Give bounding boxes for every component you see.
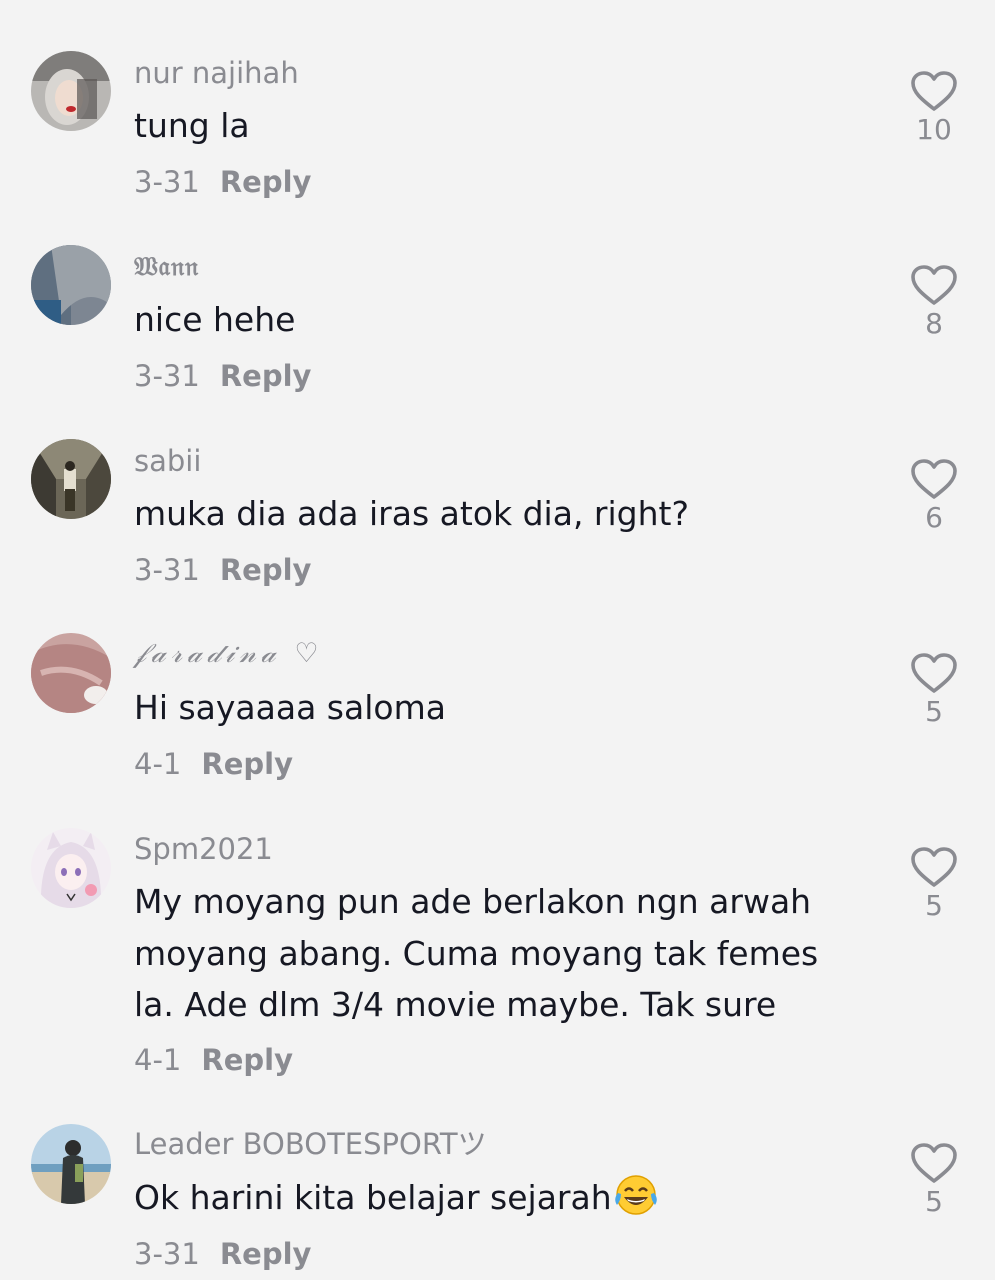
comment-text: Hi sayaaaa saloma xyxy=(134,688,446,727)
reply-button[interactable]: Reply xyxy=(220,165,312,199)
comment-text-line: la. Ade dlm 3/4 movie maybe. Tak sure xyxy=(134,985,777,1024)
comment-list: nur najihah tung la 3-31 Reply 10 𝔚𝔞𝔫𝔫 ni… xyxy=(0,0,995,1280)
comment-username[interactable]: Leader BOBOTESPORTツ xyxy=(134,1130,487,1159)
reply-button[interactable]: Reply xyxy=(201,1043,293,1077)
heart-outline-icon xyxy=(911,459,957,499)
heart-outline-icon xyxy=(911,847,957,887)
anime-girl-avatar[interactable] xyxy=(31,828,111,908)
comment-username[interactable]: Spm2021 xyxy=(134,835,273,864)
comment-text: Ok harini kita belajar sejarah xyxy=(134,1172,660,1232)
comment-username[interactable]: sabii xyxy=(134,447,201,476)
heart-outline-icon xyxy=(911,653,957,693)
comment-meta: 4-1 Reply xyxy=(134,1046,293,1075)
comment-date: 3-31 xyxy=(134,1237,200,1271)
like-button[interactable]: 6 xyxy=(906,458,962,532)
reply-button[interactable]: Reply xyxy=(220,1237,312,1271)
like-count: 5 xyxy=(925,889,943,922)
comment-username[interactable]: nur najihah xyxy=(134,59,299,88)
comment-text-line: moyang abang. Cuma moyang tak femes xyxy=(134,934,819,973)
heart-outline-icon xyxy=(911,1143,957,1183)
comment-text-line: My moyang pun ade berlakon ngn arwah xyxy=(134,882,812,921)
comment-username[interactable]: 𝔚𝔞𝔫𝔫 xyxy=(134,254,199,280)
comment-text: muka dia ada iras atok dia, right? xyxy=(134,494,689,533)
comment-username[interactable]: 𝒻𝒶𝓇𝒶𝒹𝒾𝓃𝒶 ♡ xyxy=(134,640,324,667)
reply-button[interactable]: Reply xyxy=(220,553,312,587)
like-count: 8 xyxy=(925,307,943,340)
beach-photo-avatar[interactable] xyxy=(31,1124,111,1204)
comment-meta: 3-31 Reply xyxy=(134,168,311,197)
comment-text-content: Ok harini kita belajar sejarah xyxy=(134,1178,612,1217)
pink-fabric-avatar[interactable] xyxy=(31,633,111,713)
comment-date: 4-1 xyxy=(134,1043,182,1077)
like-count: 5 xyxy=(925,695,943,728)
comment-date: 3-31 xyxy=(134,553,200,587)
tears-of-joy-emoji xyxy=(612,1173,660,1232)
comment-text: nice hehe xyxy=(134,300,296,339)
like-button[interactable]: 10 xyxy=(906,70,962,144)
comment-text: tung la xyxy=(134,106,250,145)
heart-outline-icon xyxy=(911,71,957,111)
comment-date: 3-31 xyxy=(134,359,200,393)
like-button[interactable]: 8 xyxy=(906,264,962,338)
comment-meta: 4-1 Reply xyxy=(134,750,293,779)
comment-meta: 3-31 Reply xyxy=(134,362,311,391)
like-button[interactable]: 5 xyxy=(906,1142,962,1216)
like-button[interactable]: 5 xyxy=(906,846,962,920)
hijab-selfie-avatar[interactable] xyxy=(31,51,111,131)
like-count: 5 xyxy=(925,1185,943,1218)
comment-date: 4-1 xyxy=(134,747,182,781)
warehouse-photo-avatar[interactable] xyxy=(31,439,111,519)
comment-meta: 3-31 Reply xyxy=(134,556,311,585)
comment-meta: 3-31 Reply xyxy=(134,1240,311,1269)
comment-date: 3-31 xyxy=(134,165,200,199)
like-count: 6 xyxy=(925,501,943,534)
reply-button[interactable]: Reply xyxy=(201,747,293,781)
like-button[interactable]: 5 xyxy=(906,652,962,726)
grey-blue-avatar[interactable] xyxy=(31,245,111,325)
reply-button[interactable]: Reply xyxy=(220,359,312,393)
like-count: 10 xyxy=(916,113,952,146)
heart-outline-icon xyxy=(911,265,957,305)
